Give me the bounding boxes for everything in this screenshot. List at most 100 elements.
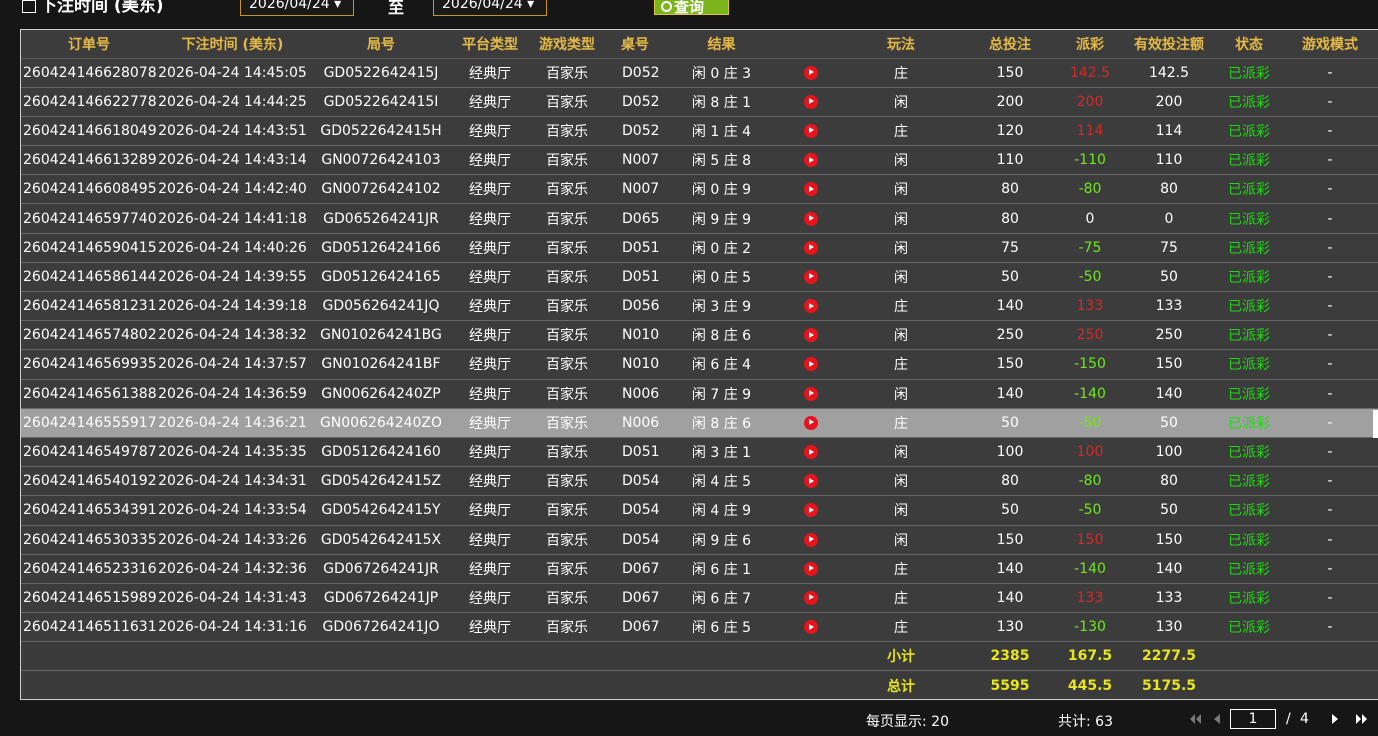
replay-cell bbox=[781, 291, 841, 322]
table-row[interactable]: 260424146530335 2026-04-24 14:33:26 GD0542… bbox=[21, 525, 1378, 555]
play-replay-icon[interactable] bbox=[804, 65, 818, 80]
play-replay-icon[interactable] bbox=[804, 123, 818, 138]
order-id-cell: 260424146534391 bbox=[21, 495, 157, 526]
game-type-cell: 百家乐 bbox=[526, 87, 608, 117]
result-cell: 闲 9 庄 9 bbox=[662, 203, 781, 234]
end-date-field[interactable]: 2026/04/24 ▾ bbox=[433, 0, 547, 16]
table-row[interactable]: 260424146534391 2026-04-24 14:33:54 GD0542… bbox=[21, 495, 1378, 526]
scrollbar-thumb[interactable] bbox=[1373, 410, 1378, 438]
order-id-cell: 260424146549787 bbox=[21, 437, 157, 468]
status-cell: 已派彩 bbox=[1217, 495, 1281, 526]
valid-bet-cell: 110 bbox=[1121, 145, 1217, 176]
play-replay-icon[interactable] bbox=[804, 386, 818, 401]
table-row[interactable]: 260424146597740 2026-04-24 14:41:18 GD0652… bbox=[21, 203, 1378, 234]
play-replay-icon[interactable] bbox=[804, 153, 818, 168]
table-row[interactable]: 260424146574802 2026-04-24 14:38:32 GN0102… bbox=[21, 320, 1378, 351]
summary-total-bet: 5595 bbox=[961, 670, 1059, 699]
play-replay-icon[interactable] bbox=[804, 269, 818, 284]
replay-cell bbox=[781, 466, 841, 497]
total-bet-cell: 75 bbox=[961, 233, 1059, 263]
order-id-cell: 260424146618049 bbox=[21, 116, 157, 147]
bet-type-cell: 庄 bbox=[841, 291, 961, 322]
game-mode-cell: - bbox=[1281, 262, 1378, 293]
payout-cell: -140 bbox=[1059, 554, 1121, 584]
game-type-cell: 百家乐 bbox=[526, 58, 608, 88]
play-replay-icon[interactable] bbox=[804, 299, 818, 314]
bet-type-cell: 闲 bbox=[841, 495, 961, 526]
table-row[interactable]: 260424146555917 2026-04-24 14:36:21 GN0062… bbox=[21, 408, 1378, 438]
table-row[interactable]: 260424146608495 2026-04-24 14:42:40 GN0072… bbox=[21, 174, 1378, 205]
play-replay-icon[interactable] bbox=[804, 503, 818, 518]
table-row[interactable]: 260424146561388 2026-04-24 14:36:59 GN0062… bbox=[21, 379, 1378, 409]
round-id-cell: GD05126424165 bbox=[308, 262, 454, 293]
play-replay-icon[interactable] bbox=[804, 590, 818, 605]
total-bet-cell: 130 bbox=[961, 612, 1059, 643]
replay-cell bbox=[781, 408, 841, 438]
records-table: 订单号 下注时间 (美东) 局号 平台类型 游戏类型 桌号 结果 玩法 总投注 派彩 有效投注额 状态… bbox=[21, 30, 1378, 699]
valid-bet-cell: 250 bbox=[1121, 320, 1217, 351]
round-id-cell: GN00726424103 bbox=[308, 145, 454, 176]
play-replay-icon[interactable] bbox=[804, 211, 818, 226]
game-mode-cell: - bbox=[1281, 203, 1378, 234]
pagination-bar: 每页显示: 20 共计: 63 / 4 bbox=[0, 700, 1378, 736]
valid-bet-cell: 140 bbox=[1121, 554, 1217, 584]
play-replay-icon[interactable] bbox=[804, 182, 818, 197]
header-payout: 派彩 bbox=[1059, 30, 1121, 59]
bet-type-cell: 闲 bbox=[841, 525, 961, 555]
header-total-bet: 总投注 bbox=[961, 30, 1059, 59]
table-row[interactable]: 260424146569935 2026-04-24 14:37:57 GN0102… bbox=[21, 349, 1378, 380]
table-row[interactable]: 260424146581231 2026-04-24 14:39:18 GD0562… bbox=[21, 291, 1378, 322]
first-page-icon[interactable] bbox=[1190, 714, 1202, 724]
table-row[interactable]: 260424146613289 2026-04-24 14:43:14 GN0072… bbox=[21, 145, 1378, 176]
table-row[interactable]: 260424146511631 2026-04-24 14:31:16 GD0672… bbox=[21, 612, 1378, 643]
payout-cell: 150 bbox=[1059, 525, 1121, 555]
table-row[interactable]: 260424146523316 2026-04-24 14:32:36 GD0672… bbox=[21, 554, 1378, 584]
total-bet-cell: 140 bbox=[961, 291, 1059, 322]
bet-type-cell: 闲 bbox=[841, 466, 961, 497]
play-replay-icon[interactable] bbox=[804, 620, 818, 635]
play-replay-icon[interactable] bbox=[804, 532, 818, 547]
total-bet-cell: 50 bbox=[961, 408, 1059, 438]
per-page-label: 每页显示: 20 bbox=[866, 714, 949, 730]
prev-page-icon[interactable] bbox=[1214, 714, 1220, 724]
start-date-field[interactable]: 2026/04/24 ▾ bbox=[240, 0, 354, 16]
filter-bar: 下注时间 (美东) 2026/04/24 ▾ 至 2026/04/24 ▾ 查询 bbox=[0, 0, 1378, 18]
play-replay-icon[interactable] bbox=[804, 240, 818, 255]
round-id-cell: GD05126424160 bbox=[308, 437, 454, 468]
play-replay-icon[interactable] bbox=[804, 445, 818, 460]
play-replay-icon[interactable] bbox=[804, 328, 818, 343]
table-row[interactable]: 260424146628078 2026-04-24 14:45:05 GD0522… bbox=[21, 58, 1378, 88]
table-row[interactable]: 260424146540192 2026-04-24 14:34:31 GD0542… bbox=[21, 466, 1378, 497]
valid-bet-cell: 142.5 bbox=[1121, 58, 1217, 88]
summary-blank bbox=[21, 641, 841, 672]
table-row[interactable]: 260424146515989 2026-04-24 14:31:43 GD0672… bbox=[21, 583, 1378, 614]
table-row[interactable]: 260424146586144 2026-04-24 14:39:55 GD0512… bbox=[21, 262, 1378, 293]
game-type-cell: 百家乐 bbox=[526, 466, 608, 497]
valid-bet-cell: 50 bbox=[1121, 495, 1217, 526]
total-bet-cell: 120 bbox=[961, 116, 1059, 147]
play-replay-icon[interactable] bbox=[804, 415, 818, 430]
replay-cell bbox=[781, 262, 841, 293]
summary-payout: 167.5 bbox=[1059, 641, 1121, 672]
payout-cell: -50 bbox=[1059, 262, 1121, 293]
table-row[interactable]: 260424146590415 2026-04-24 14:40:26 GD0512… bbox=[21, 233, 1378, 263]
last-page-icon[interactable] bbox=[1356, 714, 1368, 724]
play-replay-icon[interactable] bbox=[804, 561, 818, 576]
total-bet-cell: 100 bbox=[961, 437, 1059, 468]
table-id-cell: D067 bbox=[608, 583, 662, 614]
page-number-input[interactable] bbox=[1230, 709, 1276, 729]
bet-time-cell: 2026-04-24 14:31:43 bbox=[157, 583, 308, 614]
table-row[interactable]: 260424146549787 2026-04-24 14:35:35 GD0512… bbox=[21, 437, 1378, 468]
next-page-icon[interactable] bbox=[1332, 714, 1338, 724]
table-row[interactable]: 260424146622778 2026-04-24 14:44:25 GD0522… bbox=[21, 87, 1378, 117]
status-cell: 已派彩 bbox=[1217, 525, 1281, 555]
play-replay-icon[interactable] bbox=[804, 474, 818, 489]
valid-bet-cell: 150 bbox=[1121, 349, 1217, 380]
table-row[interactable]: 260424146618049 2026-04-24 14:43:51 GD0522… bbox=[21, 116, 1378, 147]
result-cell: 闲 3 庄 9 bbox=[662, 291, 781, 322]
play-replay-icon[interactable] bbox=[804, 94, 818, 109]
game-type-cell: 百家乐 bbox=[526, 145, 608, 176]
query-button[interactable]: 查询 bbox=[654, 0, 729, 16]
payout-cell: 200 bbox=[1059, 87, 1121, 117]
play-replay-icon[interactable] bbox=[804, 357, 818, 372]
